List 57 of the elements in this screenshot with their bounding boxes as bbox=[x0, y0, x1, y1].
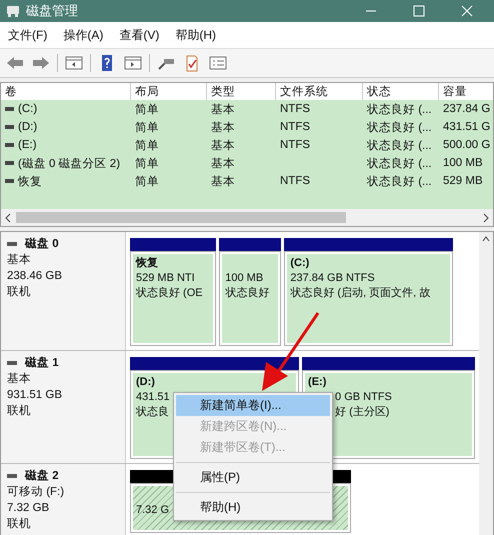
table-cell-text: 状态良好 (... bbox=[367, 138, 432, 152]
partition-label: 100 MB bbox=[225, 271, 264, 286]
partition-label: 237.84 GB NTFS bbox=[290, 271, 375, 286]
table-cell-text: 基本 bbox=[211, 102, 235, 116]
partition-label: 状态良 bbox=[136, 405, 169, 420]
table-cell-text: 状态良好 (... bbox=[367, 102, 432, 116]
disk-info: 联机 bbox=[7, 404, 32, 419]
table-cell-text: 状态良好 (... bbox=[367, 156, 432, 170]
table-cell-text: 状态良好 (... bbox=[367, 120, 432, 134]
table-cell: 237.84 G bbox=[443, 103, 490, 115]
table-cell: 100 MB bbox=[443, 157, 483, 169]
partition-label: 0 GB NTFS bbox=[335, 390, 392, 405]
window-title: 磁盘管理 bbox=[26, 2, 79, 20]
table-cell: NTFS bbox=[280, 103, 310, 115]
table-cell: (E:) bbox=[18, 139, 37, 151]
partition-title: 恢复 bbox=[136, 256, 158, 271]
disk-info: 238.46 GB bbox=[7, 269, 63, 284]
table-cell: NTFS bbox=[280, 139, 310, 151]
partition-label: 状态良好 (启动, 页面文件, 故 bbox=[290, 286, 430, 301]
partition-label: 状态良好 (OE bbox=[136, 286, 203, 301]
table-cell-text: 简单 bbox=[135, 102, 159, 116]
partition-title: (D:) bbox=[136, 375, 155, 390]
disk-info: 基本 bbox=[7, 252, 32, 268]
table-cell-text: 基本 bbox=[211, 120, 235, 134]
partition-label: 431.51 bbox=[136, 390, 170, 405]
table-cell-text: 简单 bbox=[135, 120, 159, 134]
disk-info: 基本 bbox=[7, 372, 32, 387]
table-cell-text: 简单 bbox=[135, 138, 159, 152]
partition-title: (E:) bbox=[308, 375, 326, 390]
partition-label: 7.32 G bbox=[136, 503, 170, 518]
table-cell: (C:) bbox=[18, 103, 38, 115]
disk-info: 联机 bbox=[7, 284, 32, 300]
disk-name: 磁盘 0 bbox=[25, 236, 59, 252]
disk-info: 可移动 (F:) bbox=[7, 484, 66, 500]
partition-label: 好 (主分区) bbox=[335, 405, 390, 420]
disk-name: 磁盘 1 bbox=[25, 356, 59, 371]
table-cell-text: 简单 bbox=[135, 156, 159, 170]
table-cell-text: 恢复 bbox=[18, 174, 42, 188]
table-cell-text: 基本 bbox=[211, 156, 235, 170]
table-cell-text: 状态良好 (... bbox=[367, 174, 432, 188]
table-cell: 431.51 G bbox=[443, 121, 490, 133]
partition-label: 状态良好 bbox=[225, 286, 270, 301]
table-cell-text: 基本 bbox=[211, 174, 235, 188]
disk-info: 联机 bbox=[7, 516, 32, 532]
table-cell-text: (磁盘 0 磁盘分区 2) bbox=[18, 156, 120, 170]
disk-name: 磁盘 2 bbox=[25, 468, 59, 484]
partition-label: 529 MB NTI bbox=[136, 271, 195, 286]
disk-info: 7.32 GB bbox=[7, 501, 50, 516]
table-cell-text: 基本 bbox=[211, 138, 235, 152]
partition-title: (C:) bbox=[290, 256, 310, 271]
table-cell: NTFS bbox=[280, 175, 310, 187]
disk-info: 931.51 GB bbox=[7, 388, 63, 403]
table-cell: (D:) bbox=[18, 121, 38, 133]
table-cell-text: 简单 bbox=[135, 174, 159, 188]
table-cell: 529 MB bbox=[443, 175, 483, 187]
table-cell: 500.00 G bbox=[443, 139, 490, 151]
table-cell: NTFS bbox=[280, 121, 310, 133]
